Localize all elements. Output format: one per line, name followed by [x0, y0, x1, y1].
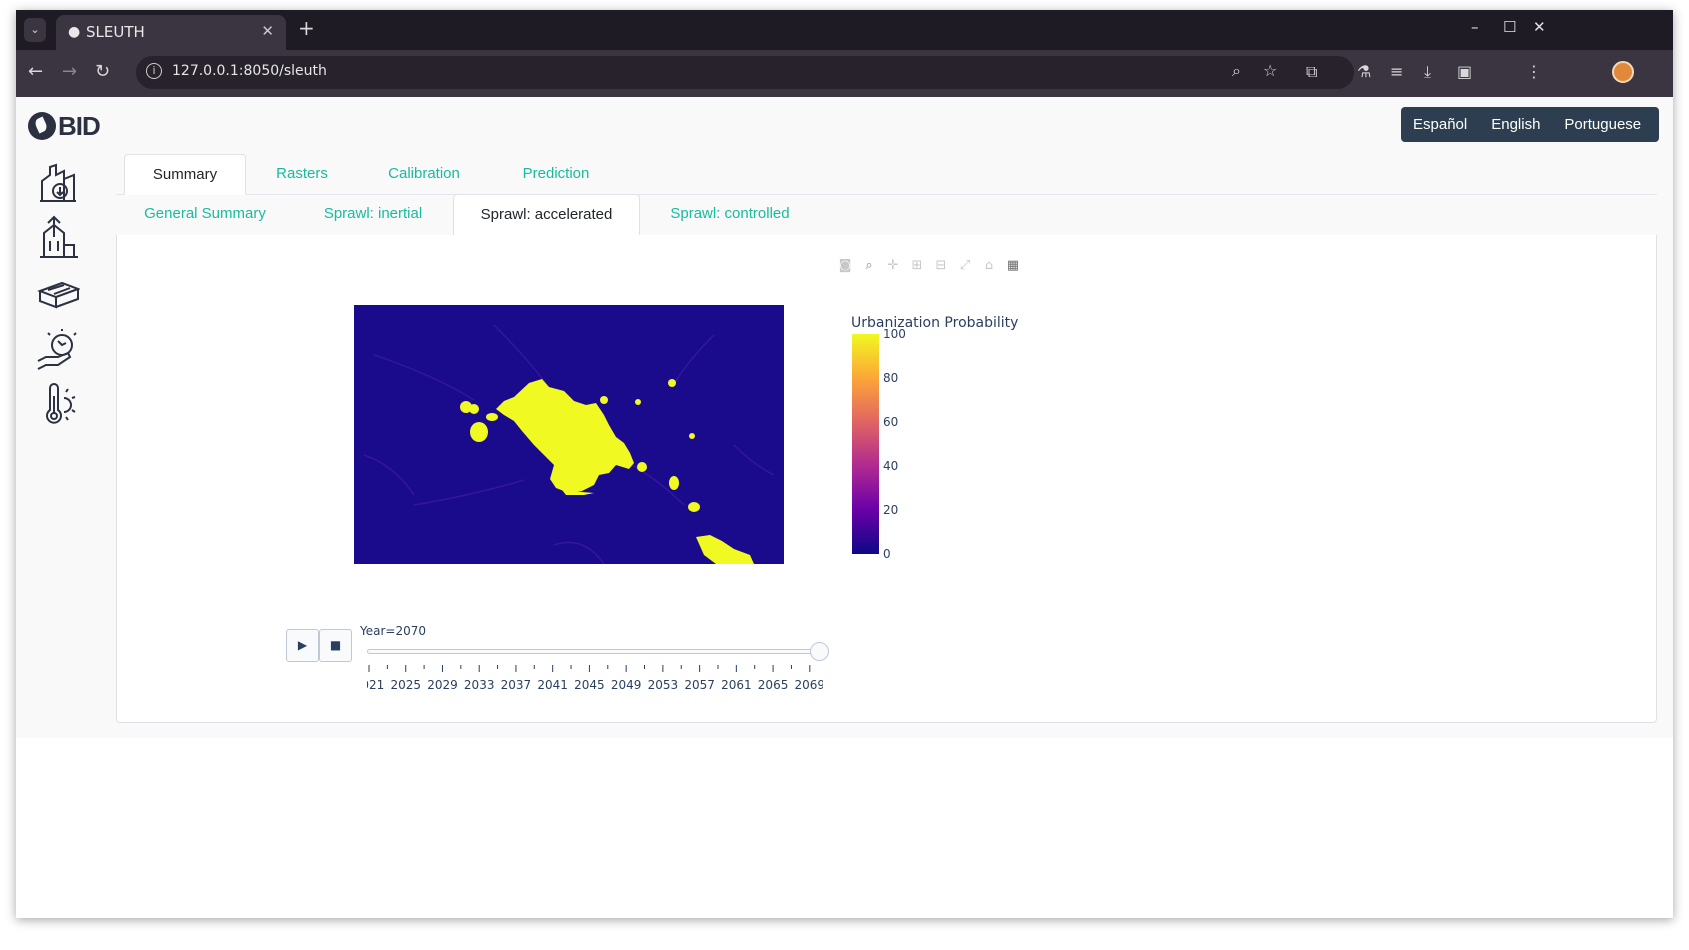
bid-logo-text: BID — [58, 111, 101, 141]
colorbar-tick: 100 — [883, 327, 906, 341]
tab-summary[interactable]: Summary — [124, 154, 246, 195]
plot-modebar: ◙ ⌕ ✛ ⊞ ⊟ ⤢ ⌂ ▦ — [836, 257, 1022, 277]
city-download-icon[interactable] — [36, 159, 80, 205]
thermometer-sun-icon[interactable] — [36, 382, 80, 428]
tab-close-icon[interactable]: ✕ — [261, 22, 274, 40]
colorbar-tick: 80 — [883, 371, 899, 385]
year-slider-handle[interactable] — [810, 642, 829, 661]
slider-tick-label: 2053 — [648, 678, 679, 692]
language-button-es[interactable]: Español — [1401, 107, 1479, 142]
maximize-button[interactable]: ☐ — [1503, 18, 1516, 36]
colorbar-tick: 60 — [883, 415, 899, 429]
tab-general-summary[interactable]: General Summary — [128, 194, 282, 236]
language-button-pt[interactable]: Portuguese — [1552, 107, 1653, 142]
address-bar[interactable]: i 127.0.0.1:8050/sleuth ⌕ ☆ — [136, 56, 1354, 89]
browser-menu-icon[interactable]: ⋮ — [1526, 62, 1542, 81]
slider-tick-label: 2029 — [427, 678, 458, 692]
slider-tick-label: 2037 — [501, 678, 532, 692]
plot-panel: ◙ ⌕ ✛ ⊞ ⊟ ⤢ ⌂ ▦ Urbanization Probability… — [116, 235, 1657, 723]
zoom-out-icon[interactable]: ⊟ — [932, 257, 950, 275]
sub-tabs: General Summary Sprawl: inertial Sprawl:… — [116, 194, 1657, 236]
building-upload-icon[interactable] — [36, 215, 80, 261]
camera-icon[interactable]: ◙ — [836, 257, 854, 275]
stop-button[interactable]: ■ — [319, 629, 352, 662]
play-button[interactable]: ▶ — [286, 629, 319, 662]
labs-flask-icon[interactable]: ⚗ — [1357, 62, 1371, 81]
year-slider-track[interactable] — [367, 649, 823, 654]
colorbar — [852, 334, 879, 554]
language-button-en[interactable]: English — [1479, 107, 1552, 142]
tab-rasters[interactable]: Rasters — [252, 154, 352, 195]
hand-sun-icon[interactable] — [36, 327, 80, 373]
browser-toolbar: ← → ↻ i 127.0.0.1:8050/sleuth ⌕ ☆ ⧉ ⚗ ≡ … — [16, 50, 1673, 97]
colorbar-tick: 40 — [883, 459, 899, 473]
bid-logo: BID — [28, 109, 108, 143]
colorbar-tick: 20 — [883, 503, 899, 517]
urbanization-heatmap[interactable] — [354, 305, 784, 564]
forward-arrow-icon[interactable]: → — [62, 61, 77, 82]
bookmark-star-icon[interactable]: ☆ — [1263, 61, 1277, 80]
zoom-icon[interactable]: ⌕ — [860, 257, 878, 275]
minimize-button[interactable]: – — [1471, 18, 1479, 36]
reset-axes-icon[interactable]: ⌂ — [980, 257, 998, 275]
colorbar-title: Urbanization Probability — [851, 315, 1019, 331]
pan-icon[interactable]: ✛ — [884, 257, 902, 275]
site-info-icon[interactable]: i — [146, 63, 162, 79]
web-page: BID Español English Portuguese Summary R… — [16, 97, 1673, 918]
browser-tab-sleuth[interactable]: ● SLEUTH ✕ — [56, 15, 286, 50]
autoscale-icon[interactable]: ⤢ — [956, 257, 974, 275]
slider-tick-label: 2061 — [721, 678, 752, 692]
colorbar-tick: 0 — [883, 547, 891, 561]
slider-current-value: Year=2070 — [360, 624, 426, 638]
slider-tick-label: 2021 — [367, 678, 384, 692]
reload-icon[interactable]: ↻ — [95, 61, 110, 82]
slider-tick-label: 2049 — [611, 678, 642, 692]
sleuth-app: BID Español English Portuguese Summary R… — [16, 97, 1673, 738]
profile-avatar[interactable] — [1612, 61, 1634, 83]
new-tab-button[interactable]: + — [298, 16, 315, 40]
slider-tick-label: 2045 — [574, 678, 605, 692]
slider-tick-label: 2033 — [464, 678, 495, 692]
slider-tick-label: 2057 — [684, 678, 715, 692]
browser-tabbar: ⌄ ● SLEUTH ✕ + – ☐ ✕ — [16, 10, 1673, 50]
bid-logo-mark — [28, 112, 56, 140]
tab-calibration[interactable]: Calibration — [366, 154, 482, 195]
tab-sprawl-accelerated[interactable]: Sprawl: accelerated — [453, 194, 640, 236]
tab-sprawl-controlled[interactable]: Sprawl: controlled — [654, 194, 806, 236]
main-tabs: Summary Rasters Calibration Prediction — [116, 154, 1657, 195]
tab-list-button[interactable]: ⌄ — [24, 18, 46, 42]
zoom-in-icon[interactable]: ⊞ — [908, 257, 926, 275]
browser-window: ⌄ ● SLEUTH ✕ + – ☐ ✕ ← → ↻ i 127.0.0.1:8… — [16, 10, 1673, 918]
url-text[interactable]: 127.0.0.1:8050/sleuth — [172, 63, 327, 79]
slider-tick-label: 2025 — [390, 678, 421, 692]
slider-tick-label: 2069 — [795, 678, 823, 692]
extensions-icon[interactable]: ⧉ — [1306, 62, 1317, 82]
side-panel-icon[interactable]: ▣ — [1457, 62, 1472, 81]
zoom-lens-icon[interactable]: ⌕ — [1232, 61, 1241, 81]
globe-icon: ● — [68, 24, 81, 40]
slider-tick-label: 2041 — [537, 678, 568, 692]
browser-tab-title: SLEUTH — [86, 23, 145, 41]
tab-sprawl-inertial[interactable]: Sprawl: inertial — [306, 194, 440, 236]
close-window-button[interactable]: ✕ — [1533, 18, 1546, 36]
tab-prediction[interactable]: Prediction — [500, 154, 612, 195]
download-icon[interactable]: ⤓ — [1424, 62, 1431, 82]
back-arrow-icon[interactable]: ← — [28, 61, 43, 82]
year-slider-ticks: 2021 2025 2029 2033 2037 2041 2045 2049 2053 2057… — [367, 665, 823, 692]
slider-tick-label: 2065 — [758, 678, 789, 692]
brick-icon[interactable] — [36, 271, 81, 317]
plotly-logo-icon[interactable]: ▦ — [1004, 257, 1022, 275]
media-control-icon[interactable]: ≡ — [1390, 62, 1403, 81]
language-selector: Español English Portuguese — [1401, 107, 1659, 142]
